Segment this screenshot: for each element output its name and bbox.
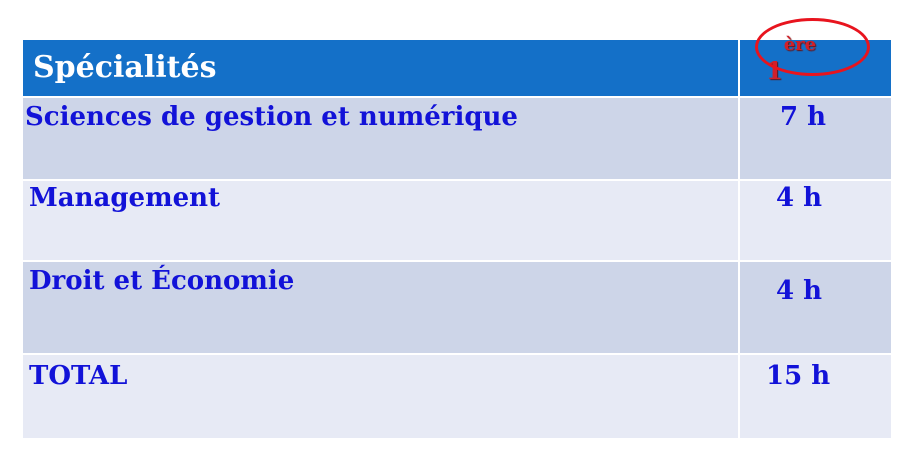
slide: Spécialités 1ère Sciences de gestion et … (0, 0, 912, 461)
row-label: Droit et Économie (21, 260, 740, 355)
year-label: 1ère (755, 18, 870, 85)
year-suffix: ère (783, 34, 817, 55)
table-row: TOTAL 15 h (21, 353, 893, 440)
row-label: Management (21, 179, 740, 262)
row-hours: 7 h (738, 96, 893, 181)
table-row: Droit et Économie 4 h (21, 260, 893, 355)
header-specialites: Spécialités (21, 38, 740, 98)
row-label: Sciences de gestion et numérique (21, 96, 740, 181)
hours-value: 4 h (776, 183, 823, 213)
specialites-table: Spécialités 1ère Sciences de gestion et … (21, 18, 893, 440)
hours-value: 7 h (780, 102, 827, 132)
table-row: Sciences de gestion et numérique 7 h (21, 96, 893, 181)
table-header-row: Spécialités 1ère (21, 18, 893, 98)
row-hours: 4 h (738, 260, 893, 355)
year-number: 1 (766, 56, 783, 85)
table-row: Management 4 h (21, 179, 893, 262)
hours-value: 4 h (776, 276, 823, 306)
row-label: TOTAL (21, 353, 740, 440)
row-hours: 15 h (738, 353, 893, 440)
header-year: 1ère (738, 18, 893, 98)
row-hours: 4 h (738, 179, 893, 262)
hours-value: 15 h (766, 361, 831, 391)
